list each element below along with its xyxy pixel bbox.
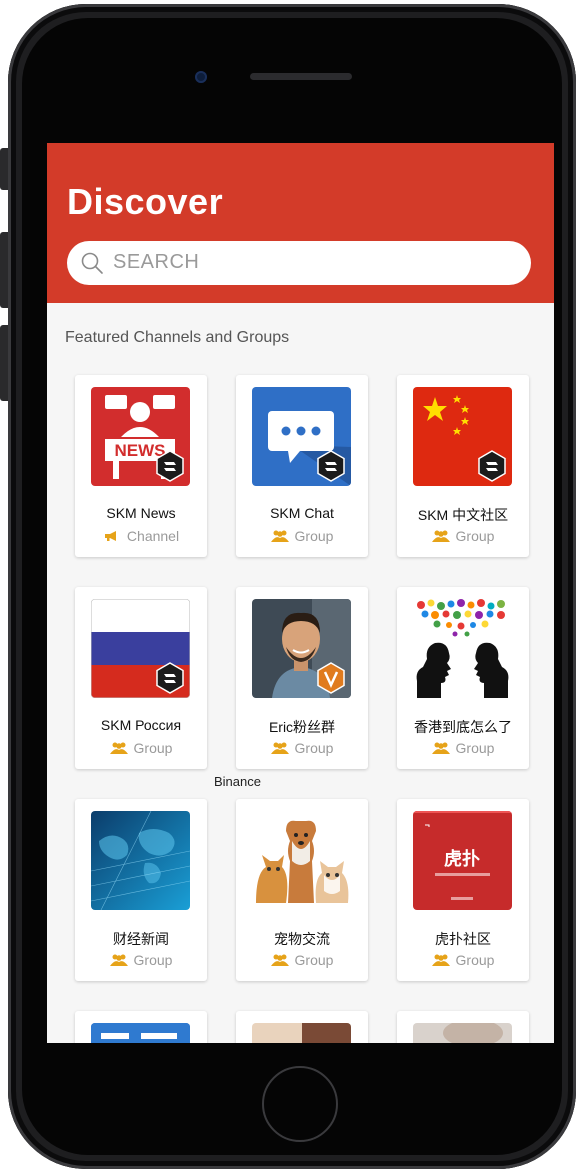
news-icon: NEWS [91, 387, 190, 486]
card-pets[interactable]: 宠物交流 Group [236, 799, 368, 981]
group-icon [109, 742, 128, 754]
russia-flag [91, 599, 190, 698]
card-skm-russia[interactable]: SKM Россия Group [75, 587, 207, 769]
card-skm-chinese[interactable]: SKM 中文社区 Group [397, 375, 529, 557]
card-type: Group [236, 952, 368, 968]
card-name: SKM News [106, 505, 176, 521]
card-type: Group [397, 740, 529, 756]
verified-v-badge-icon [317, 662, 345, 694]
card-thumbnail [252, 1023, 351, 1043]
card-type: Group [397, 528, 529, 544]
card-thumbnail [91, 1023, 190, 1043]
group-icon [109, 954, 128, 966]
card-type-label: Channel [126, 528, 180, 544]
card-type-label: Group [294, 740, 334, 756]
megaphone-icon [104, 531, 116, 541]
card-type: Group [397, 952, 529, 968]
header-bar: Discover [47, 143, 554, 303]
card-partial-3[interactable] [397, 1011, 529, 1043]
earpiece-speaker [250, 73, 352, 80]
card-finance-news[interactable]: 财经新闻 Group [75, 799, 207, 981]
search-bar[interactable] [67, 241, 531, 285]
card-type-label: Group [455, 740, 495, 756]
card-name: 宠物交流 [274, 931, 330, 947]
group-icon [431, 742, 450, 754]
skm-badge-icon [156, 662, 184, 694]
pets-photo [252, 811, 351, 910]
card-partial-1[interactable] [75, 1011, 207, 1043]
card-type: Group [75, 952, 207, 968]
search-input[interactable] [113, 251, 493, 274]
svg-text:虎扑: 虎扑 [444, 848, 480, 870]
skm-badge-icon [317, 450, 345, 482]
app-screen: Discover Featured Channels and Groups [47, 143, 554, 1043]
person-photo [252, 599, 351, 698]
card-type-label: Group [133, 952, 173, 968]
group-icon [270, 954, 289, 966]
home-button[interactable] [262, 1066, 338, 1142]
card-type: Group [75, 740, 207, 756]
speech-silhouettes [413, 599, 512, 698]
group-icon [431, 530, 450, 542]
chat-bubble-icon [252, 387, 351, 486]
card-name: 虎扑社区 [435, 931, 491, 947]
card-name: 香港到底怎么了 [414, 719, 512, 735]
group-icon [270, 742, 289, 754]
card-name: SKM Chat [270, 505, 334, 521]
card-name: SKM 中文社区 [417, 507, 509, 523]
card-hongkong[interactable]: 香港到底怎么了 Group [397, 587, 529, 769]
search-icon [81, 252, 103, 274]
skm-badge-icon [156, 450, 184, 482]
page-title: Discover [67, 181, 224, 222]
card-eric-fans[interactable]: Eric粉丝群 Group [236, 587, 368, 769]
card-skm-chat[interactable]: SKM Chat Group [236, 375, 368, 557]
card-hupu[interactable]: 虎扑 虎扑社区 Group [397, 799, 529, 981]
front-camera [195, 71, 207, 83]
card-type: Group [236, 528, 368, 544]
card-type-label: Group [133, 740, 173, 756]
card-skm-news[interactable]: NEWS SKM News Channel [75, 375, 207, 557]
section-title: Featured Channels and Groups [65, 329, 290, 346]
skm-badge-icon [478, 450, 506, 482]
card-type-label: Group [294, 528, 334, 544]
card-type-label: Group [294, 952, 334, 968]
card-type: Channel [75, 528, 207, 544]
card-name: Eric粉丝群 [268, 719, 336, 735]
card-partial-2[interactable] [236, 1011, 368, 1043]
mute-switch [0, 148, 8, 190]
card-thumbnail [413, 1023, 512, 1043]
volume-up-button [0, 232, 8, 308]
card-name: SKM Россия [100, 717, 182, 733]
binance-label: Binance [214, 774, 261, 789]
hupu-logo: 虎扑 [413, 811, 512, 910]
card-type-label: Group [455, 952, 495, 968]
card-type: Group [236, 740, 368, 756]
group-icon [431, 954, 450, 966]
china-flag [413, 387, 512, 486]
group-icon [270, 530, 289, 542]
volume-down-button [0, 325, 8, 401]
world-map-blue [91, 811, 190, 910]
card-name: 财经新闻 [113, 931, 169, 947]
card-type-label: Group [455, 528, 495, 544]
